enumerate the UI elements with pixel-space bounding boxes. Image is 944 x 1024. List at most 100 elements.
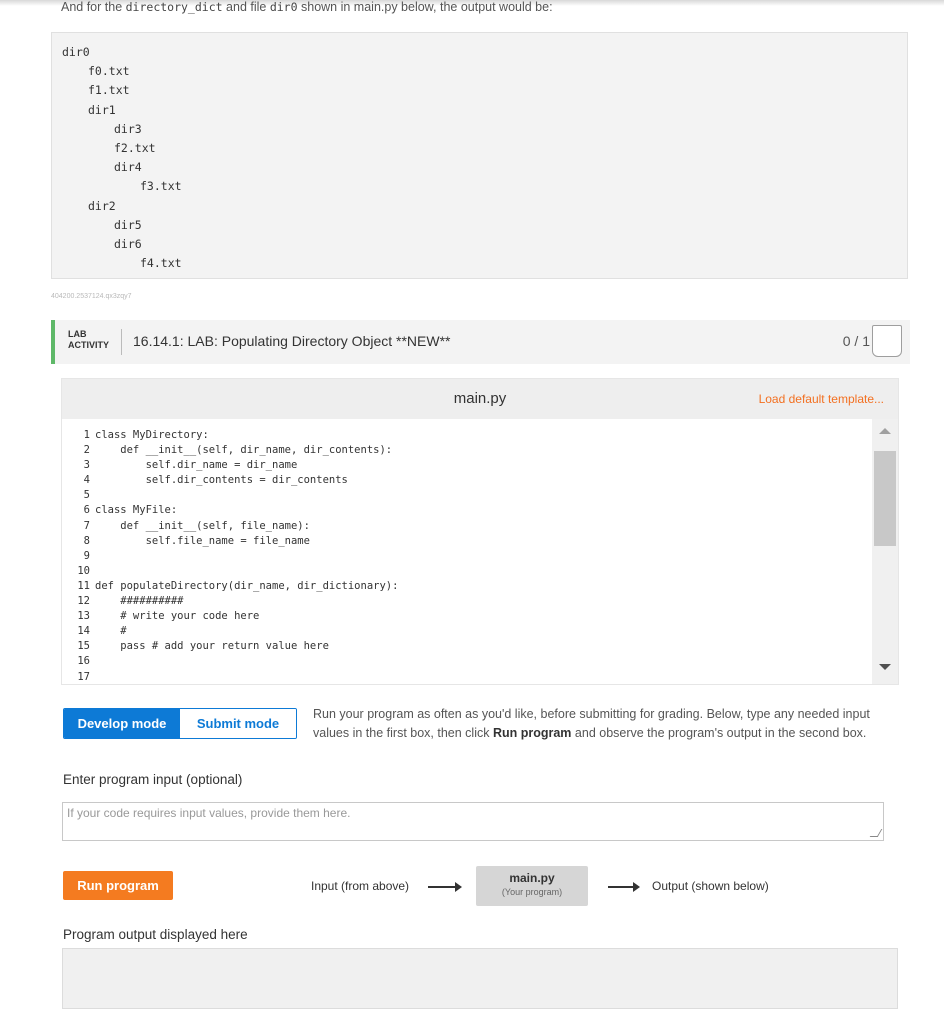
- editor-header: main.py Load default template...: [62, 379, 898, 419]
- line-number: 4: [83, 474, 90, 487]
- code-text: class MyDirectory:: [95, 429, 209, 441]
- lab-title: 16.14.1: LAB: Populating Directory Objec…: [133, 333, 451, 349]
- code-line: 17: [62, 670, 872, 685]
- flow-input-label: Input (from above): [311, 879, 410, 893]
- code-text: def populateDirectory(dir_name, dir_dict…: [95, 579, 399, 592]
- completion-badge-icon: [872, 325, 902, 357]
- line-number: 12: [77, 595, 90, 608]
- code-text: class MyFile:: [95, 504, 178, 517]
- intro-prefix: And for the: [61, 0, 126, 14]
- tree-line: dir4: [114, 160, 142, 175]
- tree-line: f1.txt: [88, 83, 130, 98]
- code-text: #: [95, 625, 127, 638]
- intro-middle: and file: [222, 0, 270, 14]
- line-number: 6: [83, 504, 90, 517]
- code-line: 15 pass # add your return value here: [62, 639, 872, 654]
- tree-line: dir2: [88, 198, 116, 213]
- scroll-down-arrow-icon[interactable]: [879, 664, 891, 670]
- code-line: 8 self.file_name = file_name: [62, 534, 872, 549]
- submit-mode-button[interactable]: Submit mode: [180, 709, 296, 738]
- line-number: 15: [77, 640, 90, 653]
- input-placeholder: If your code requires input values, prov…: [67, 806, 351, 820]
- code-editor: main.py Load default template... 1 class …: [61, 378, 899, 685]
- line-number: 5: [83, 489, 90, 502]
- lab-tag-line2: ACTIVITY: [68, 340, 110, 350]
- code-line: 2 def __init__(self, dir_name, dir_conte…: [62, 443, 872, 458]
- code-text: def __init__(self, file_name):: [95, 519, 310, 532]
- code-text: self.file_name = file_name: [95, 534, 310, 547]
- code-line: 7 def __init__(self, file_name):: [62, 519, 872, 534]
- code-line: 3 self.dir_name = dir_name: [62, 458, 872, 473]
- code-text: self.dir_name = dir_name: [95, 459, 298, 472]
- line-number: 13: [77, 610, 90, 623]
- line-number: 17: [77, 670, 90, 683]
- tree-line: f3.txt: [140, 179, 182, 194]
- line-number: 11: [77, 579, 90, 592]
- code-line: 9: [62, 549, 872, 564]
- develop-mode-button[interactable]: Develop mode: [64, 709, 180, 738]
- tree-line: dir1: [88, 102, 116, 117]
- tree-line: dir0: [62, 45, 90, 59]
- tree-line: f4.txt: [140, 256, 182, 271]
- tree-line: f0.txt: [88, 64, 130, 79]
- intro-code-directory-dict: directory_dict: [125, 0, 223, 14]
- input-label: Enter program input (optional): [63, 772, 243, 787]
- tree-line: dir6: [114, 236, 142, 251]
- code-text: def __init__(self, dir_name, dir_content…: [95, 444, 393, 457]
- lab-divider: [121, 329, 122, 355]
- code-text: pass # add your return value here: [95, 640, 329, 653]
- run-program-button[interactable]: Run program: [63, 871, 173, 900]
- code-line: 4 self.dir_contents = dir_contents: [62, 473, 872, 488]
- line-number: 1: [83, 429, 90, 441]
- expected-output-block: dir0 f0.txt f1.txt dir1 dir3 f2.txt dir4 f3.txt…: [51, 32, 908, 279]
- line-number: 3: [83, 459, 90, 472]
- run-instructions: Run your program as often as you'd like,…: [313, 705, 898, 743]
- reference-id: 404200.2537124.qx3zqy7: [51, 293, 132, 300]
- tree-line: f2.txt: [114, 140, 156, 155]
- mode-toggle: Develop mode Submit mode: [63, 708, 297, 739]
- instructions-part2: and observe the program's output in the …: [571, 726, 867, 740]
- load-default-template-link[interactable]: Load default template...: [759, 392, 884, 406]
- code-line: 14 #: [62, 624, 872, 639]
- code-line: 11 def populateDirectory(dir_name, dir_di…: [62, 579, 872, 594]
- code-line: 6 class MyFile:: [62, 503, 872, 518]
- resize-handle-icon[interactable]: [869, 829, 883, 837]
- line-number: 10: [77, 564, 90, 577]
- lab-tag-line1: LAB: [68, 329, 87, 339]
- flow-output-label: Output (shown below): [652, 879, 769, 893]
- line-number: 14: [77, 625, 90, 638]
- output-label: Program output displayed here: [63, 927, 248, 942]
- program-chip-subtitle: (Your program): [501, 887, 563, 897]
- code-line: 13 # write your code here: [62, 609, 872, 624]
- tree-line: dir3: [114, 121, 142, 136]
- program-input-field[interactable]: If your code requires input values, prov…: [62, 802, 884, 841]
- line-number: 7: [83, 519, 90, 532]
- arrow-right-icon: [608, 882, 640, 892]
- code-line: 12 ##########: [62, 594, 872, 609]
- code-line: 1 class MyDirectory:: [62, 428, 872, 443]
- line-number: 8: [83, 534, 90, 547]
- line-number: 2: [83, 444, 90, 457]
- code-line: 5: [62, 488, 872, 503]
- scroll-up-arrow-icon[interactable]: [879, 428, 891, 434]
- code-text: self.dir_contents = dir_contents: [95, 474, 348, 487]
- intro-text: And for the directory_dict and file dir0…: [61, 0, 553, 14]
- code-line: 16: [62, 654, 872, 669]
- tree-line: dir5: [114, 217, 142, 232]
- lab-score: 0 / 1: [842, 333, 870, 349]
- instructions-bold: Run program: [492, 726, 572, 740]
- code-area[interactable]: 1 class MyDirectory: 2 def __init__(self, …: [62, 419, 872, 684]
- code-text: # write your code here: [95, 610, 260, 623]
- editor-scrollbar[interactable]: [872, 419, 898, 684]
- line-number: 9: [83, 549, 90, 562]
- lab-activity-tag: LAB ACTIVITY: [68, 329, 109, 351]
- intro-suffix: shown in main.py below, the output would…: [297, 0, 553, 14]
- program-output-box: [62, 948, 898, 1009]
- code-text: ##########: [95, 595, 184, 608]
- code-line: 10: [62, 564, 872, 579]
- line-number: 16: [77, 655, 90, 668]
- program-chip-title: main.py: [509, 871, 555, 885]
- intro-code-dir0: dir0: [269, 0, 298, 14]
- scrollbar-thumb[interactable]: [874, 451, 896, 546]
- program-chip: main.py (Your program): [476, 866, 588, 906]
